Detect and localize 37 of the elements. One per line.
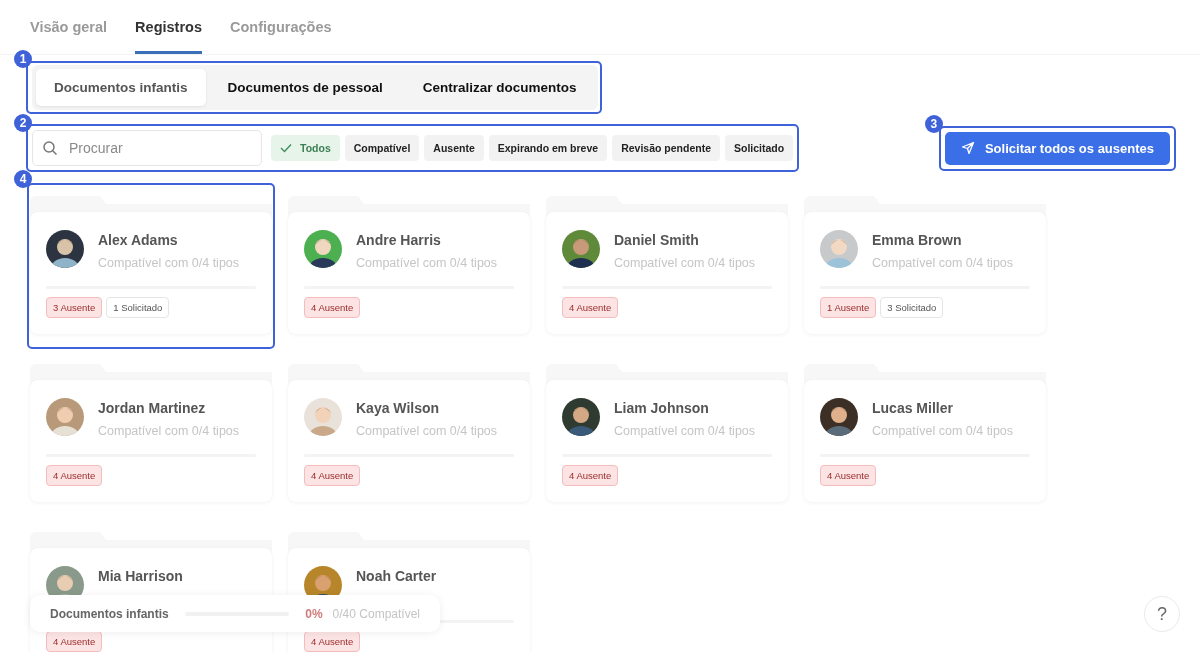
status-badge: 1 Solicitado <box>106 297 170 318</box>
compliance-text: Compatível com 0/4 tipos <box>614 424 756 438</box>
callout-number: 4 <box>14 170 32 188</box>
child-name: Kaya Wilson <box>356 400 441 416</box>
status-badge: 4 Ausente <box>820 465 877 486</box>
compliance-text: Compatível com 0/4 tipos <box>614 256 756 270</box>
status-badge: 4 Ausente <box>46 465 103 486</box>
status-badge: 3 Ausente <box>46 297 103 318</box>
child-name: Emma Brown <box>872 232 963 248</box>
child-name: Mia Harrison <box>98 568 183 584</box>
callout-number: 1 <box>14 50 32 68</box>
compliance-text: Compatível com 0/4 tipos <box>356 256 498 270</box>
child-name: Daniel Smith <box>614 232 700 248</box>
callout-number: 2 <box>14 114 32 132</box>
compliance-text: Compatível com 0/4 tipos <box>98 424 240 438</box>
status-badge: 4 Ausente <box>304 465 361 486</box>
child-name: Andre Harris <box>356 232 442 248</box>
compliance-text: Compatível com 0/4 tipos <box>872 256 1014 270</box>
status-badge: 3 Solicitado <box>880 297 944 318</box>
status-badge: 1 Ausente <box>820 297 877 318</box>
progress-title: Documentos infantis <box>50 606 169 621</box>
status-badge: 4 Ausente <box>46 631 103 652</box>
status-badge: 4 Ausente <box>304 631 361 652</box>
status-badge: 4 Ausente <box>562 297 619 318</box>
status-badge: 4 Ausente <box>562 465 619 486</box>
callout-number: 3 <box>924 114 943 133</box>
child-name: Noah Carter <box>356 568 437 584</box>
progress-percent: 0% <box>305 606 323 621</box>
child-name: Alex Adams <box>98 232 179 248</box>
child-name: Liam Johnson <box>614 400 710 416</box>
child-name: Lucas Miller <box>872 400 954 416</box>
progress-summary: 0/40 Compatível <box>332 606 420 621</box>
child-name: Jordan Martinez <box>98 400 207 416</box>
compliance-text: Compatível com 0/4 tipos <box>872 424 1014 438</box>
compliance-text: Compatível com 0/4 tipos <box>98 256 240 270</box>
status-badge: 4 Ausente <box>304 297 361 318</box>
compliance-text: Compatível com 0/4 tipos <box>356 424 498 438</box>
